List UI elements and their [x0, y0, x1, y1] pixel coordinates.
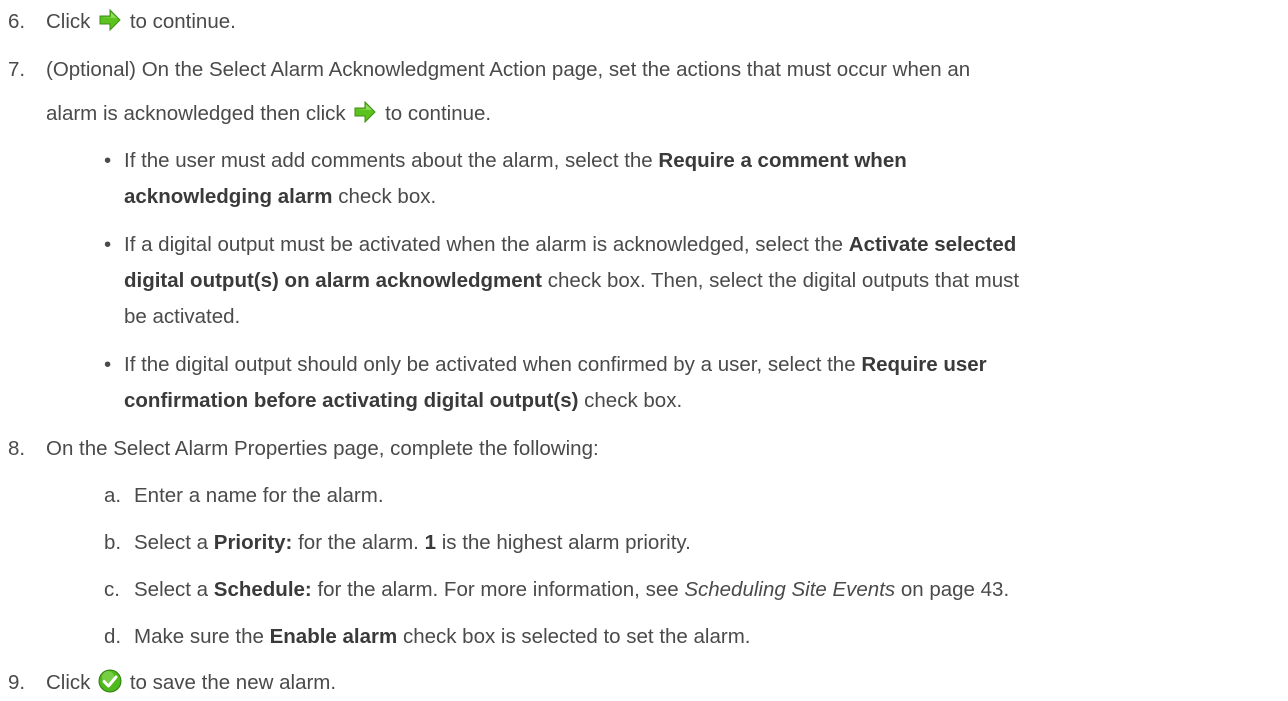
step-text: to continue. [129, 10, 236, 33]
green-arrow-icon [354, 100, 377, 124]
bullet-dot: • [104, 233, 112, 256]
bullet-dot: • [104, 353, 112, 376]
bullet-dot: • [104, 149, 112, 172]
step-text: Click [46, 10, 91, 33]
step-text: On the Select Alarm Properties page, com… [46, 437, 599, 460]
step-text: Click [46, 671, 91, 694]
cross-reference-link[interactable]: Scheduling Site Events [684, 578, 895, 601]
green-arrow-icon [99, 8, 121, 32]
green-checkmark-icon [98, 669, 122, 693]
step-number: 6. [8, 10, 26, 33]
step-text: (Optional) On the Select Alarm Acknowled… [46, 58, 971, 81]
step-number: 9. [8, 671, 26, 694]
list-item-text: If the digital output should only be act… [124, 353, 987, 376]
list-item-text: If the user must add comments about the … [124, 149, 907, 172]
document-page: 6. Click to continue. 7. (Optional) On t… [0, 0, 1288, 700]
step-text: alarm is acknowledged then click [46, 102, 346, 125]
step-text: to save the new alarm. [129, 671, 337, 694]
list-item-text: If a digital output must be activated wh… [124, 233, 1017, 256]
step-number: 8. [8, 437, 26, 460]
step-text: to continue. [385, 102, 492, 125]
step-number: 7. [8, 58, 26, 81]
